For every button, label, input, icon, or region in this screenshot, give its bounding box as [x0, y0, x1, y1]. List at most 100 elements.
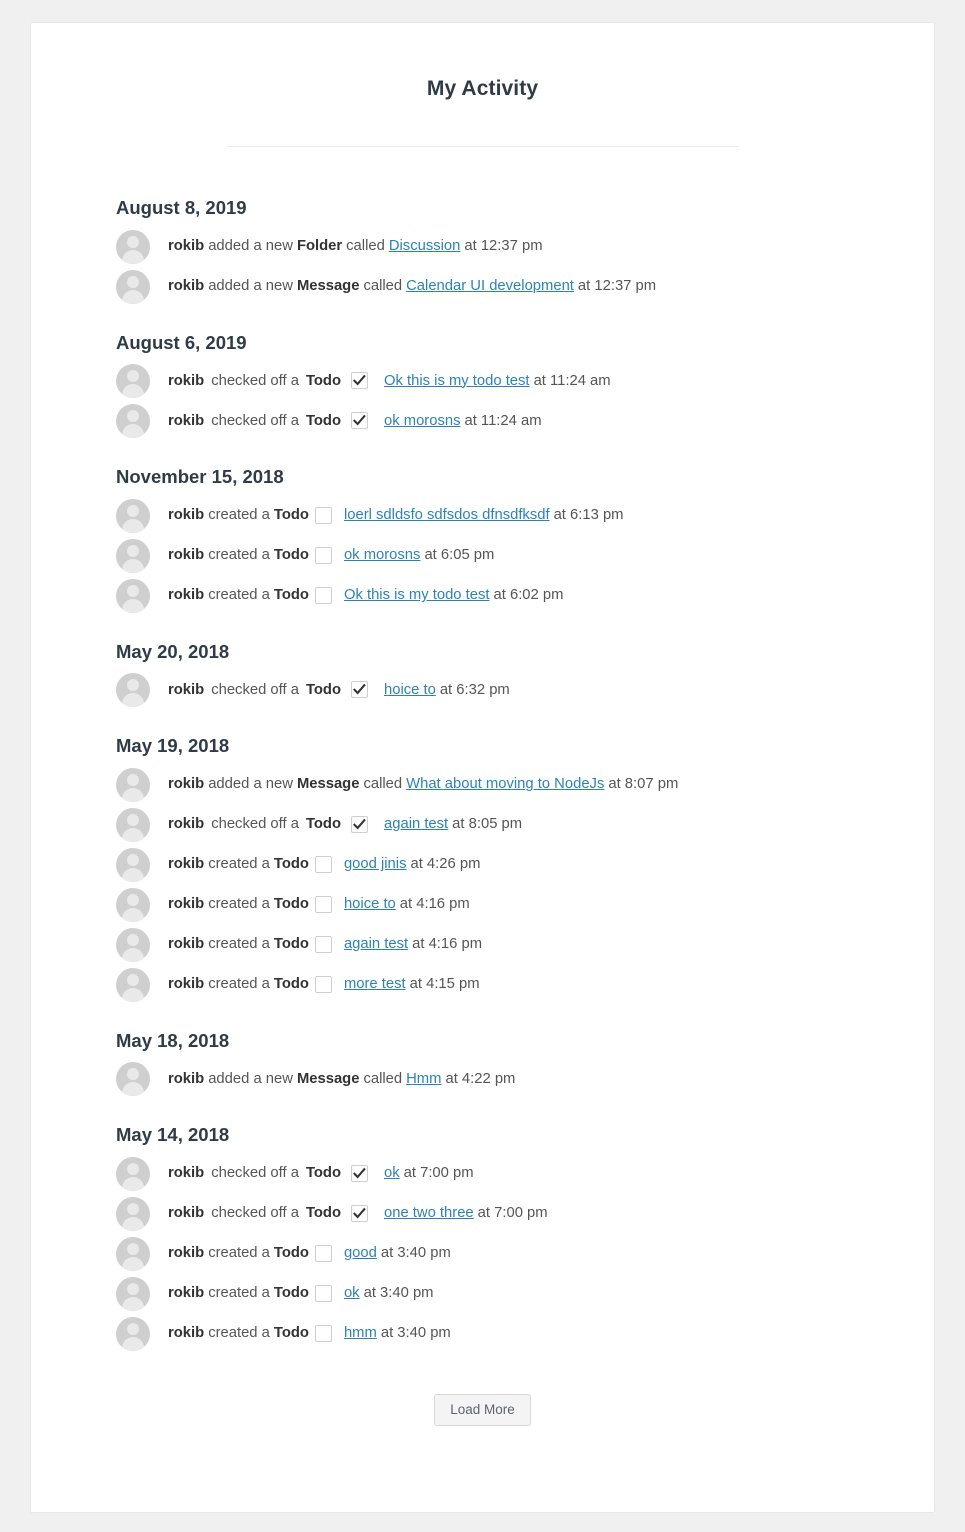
check-icon [353, 374, 366, 387]
activity-target-link[interactable]: Ok this is my todo test [344, 585, 490, 606]
activity-verb: created a [208, 1245, 270, 1262]
checkbox-checked-icon[interactable] [351, 372, 368, 390]
activity-text: rokib created a Todo ok at 3:40 pm [168, 1283, 434, 1304]
avatar [116, 807, 150, 842]
activity-type: Todo [273, 856, 309, 873]
activity-text: rokib created a Todo loerl sdldsfo sdfsdos … [168, 505, 624, 526]
activity-target-link[interactable]: ok morosns [344, 545, 420, 566]
activity-connector: called [363, 1070, 403, 1087]
activity-time: at 11:24 am [464, 412, 542, 429]
activity-type: Todo [273, 976, 309, 993]
avatar-body [122, 827, 144, 842]
activity-item: rokib checked off a Todo Ok this is my todo… [116, 361, 934, 401]
avatar [116, 1156, 150, 1191]
activity-target-link[interactable]: ok [384, 1163, 400, 1184]
avatar-head [127, 275, 139, 288]
avatar [116, 404, 150, 438]
activity-verb: checked off a [211, 1165, 299, 1182]
activity-time: at 8:07 pm [608, 776, 679, 793]
activity-target-link[interactable]: loerl sdldsfo sdfsdos dfnsdfksdf [344, 505, 550, 526]
activity-user: rokib [168, 238, 205, 255]
activity-target-link[interactable]: hmm [344, 1323, 377, 1344]
checkbox-unchecked-icon[interactable] [314, 1284, 332, 1302]
activity-text: rokib checked off a Todo hoice to at 6:32 pm [168, 680, 510, 701]
avatar-head [127, 1322, 139, 1335]
avatar [116, 578, 150, 613]
activity-user: rokib [168, 587, 205, 604]
activity-item: rokib checked off a Todo one two three at 7:… [116, 1194, 934, 1234]
activity-type: Todo [305, 1165, 341, 1182]
activity-target-link[interactable]: good [344, 1243, 377, 1264]
activity-verb: created a [208, 1285, 270, 1302]
checkbox-unchecked-icon[interactable] [314, 586, 332, 604]
checkbox-unchecked-icon[interactable] [314, 546, 332, 564]
activity-target-link[interactable]: ok [344, 1283, 360, 1304]
activity-verb: created a [208, 587, 270, 604]
checkbox-checked-icon[interactable] [351, 681, 368, 699]
avatar [116, 1062, 150, 1096]
activity-target-link[interactable]: again test [344, 934, 408, 955]
avatar-body [122, 1176, 144, 1191]
checkbox-checked-icon[interactable] [351, 412, 368, 430]
avatar-body [122, 787, 144, 802]
activity-type: Message [296, 1070, 360, 1087]
date-group: May 18, 2018 rokib added a new Message calle… [116, 1005, 934, 1100]
activity-time: at 6:05 pm [424, 547, 495, 564]
activity-item: rokib added a new Message called Hmm at 4:22 … [116, 1059, 934, 1099]
activity-user: rokib [168, 507, 205, 524]
checkbox-unchecked-icon[interactable] [314, 975, 332, 993]
avatar [116, 887, 150, 922]
checkbox-unchecked-icon[interactable] [314, 506, 332, 524]
activity-type: Todo [273, 507, 309, 524]
activity-verb: created a [208, 547, 270, 564]
activity-user: rokib [168, 681, 205, 698]
activity-text: rokib checked off a Todo Ok this is my todo… [168, 371, 611, 392]
activity-target-link[interactable]: more test [344, 974, 406, 995]
date-group: May 19, 2018 rokib added a new Message calle… [116, 710, 934, 1005]
activity-target-link[interactable]: one two three [384, 1203, 474, 1224]
activity-target-link[interactable]: Ok this is my todo test [384, 371, 530, 392]
checkbox-unchecked-icon[interactable] [314, 855, 332, 873]
avatar [116, 1196, 150, 1231]
activity-connector: called [363, 776, 403, 793]
checkbox-checked-icon[interactable] [351, 815, 368, 833]
activity-connector: called [363, 278, 403, 295]
load-more-button[interactable]: Load More [434, 1393, 531, 1426]
avatar-body [122, 987, 144, 1002]
activity-target-link[interactable]: ok morosns [384, 411, 460, 432]
activity-target-link[interactable]: hoice to [344, 894, 396, 915]
avatar [116, 1316, 150, 1351]
activity-text: rokib created a Todo Ok this is my todo tes… [168, 585, 563, 606]
checkbox-unchecked-icon[interactable] [314, 895, 332, 913]
activity-target-link[interactable]: hoice to [384, 680, 436, 701]
activity-user: rokib [168, 976, 205, 993]
activity-items: rokib checked off a Todo ok at 7:00 pm rokib c… [116, 1154, 934, 1354]
checkbox-checked-icon[interactable] [351, 1204, 368, 1222]
checkbox-unchecked-icon[interactable] [314, 935, 332, 953]
activity-user: rokib [168, 1245, 205, 1262]
checkbox-unchecked-icon[interactable] [314, 1244, 332, 1262]
activity-text: rokib created a Todo more test at 4:15 pm [168, 974, 480, 995]
activity-target-link[interactable]: Discussion [389, 236, 461, 257]
activity-type: Todo [305, 681, 341, 698]
avatar-head [127, 1282, 139, 1295]
activity-time: at 3:40 pm [363, 1285, 434, 1302]
avatar-head [127, 679, 139, 691]
avatar-head [127, 853, 139, 866]
activity-items: rokib checked off a Todo hoice to at 6:32 pm [116, 670, 934, 710]
activity-target-link[interactable]: again test [384, 814, 448, 835]
activity-type: Todo [305, 1205, 341, 1222]
avatar-head [127, 544, 139, 557]
avatar-body [122, 384, 144, 398]
activity-target-link[interactable]: good jinis [344, 854, 407, 875]
activity-target-link[interactable]: What about moving to NodeJs [406, 774, 604, 795]
activity-type: Todo [273, 1245, 309, 1262]
activity-target-link[interactable]: Hmm [406, 1069, 441, 1090]
activity-target-link[interactable]: Calendar UI development [406, 276, 574, 297]
activity-item: rokib added a new Message called What about … [116, 765, 934, 805]
checkbox-checked-icon[interactable] [351, 1164, 368, 1182]
checkbox-unchecked-icon[interactable] [314, 1324, 332, 1342]
activity-type: Message [296, 776, 360, 793]
activity-user: rokib [168, 856, 205, 873]
activity-user: rokib [168, 1205, 205, 1222]
